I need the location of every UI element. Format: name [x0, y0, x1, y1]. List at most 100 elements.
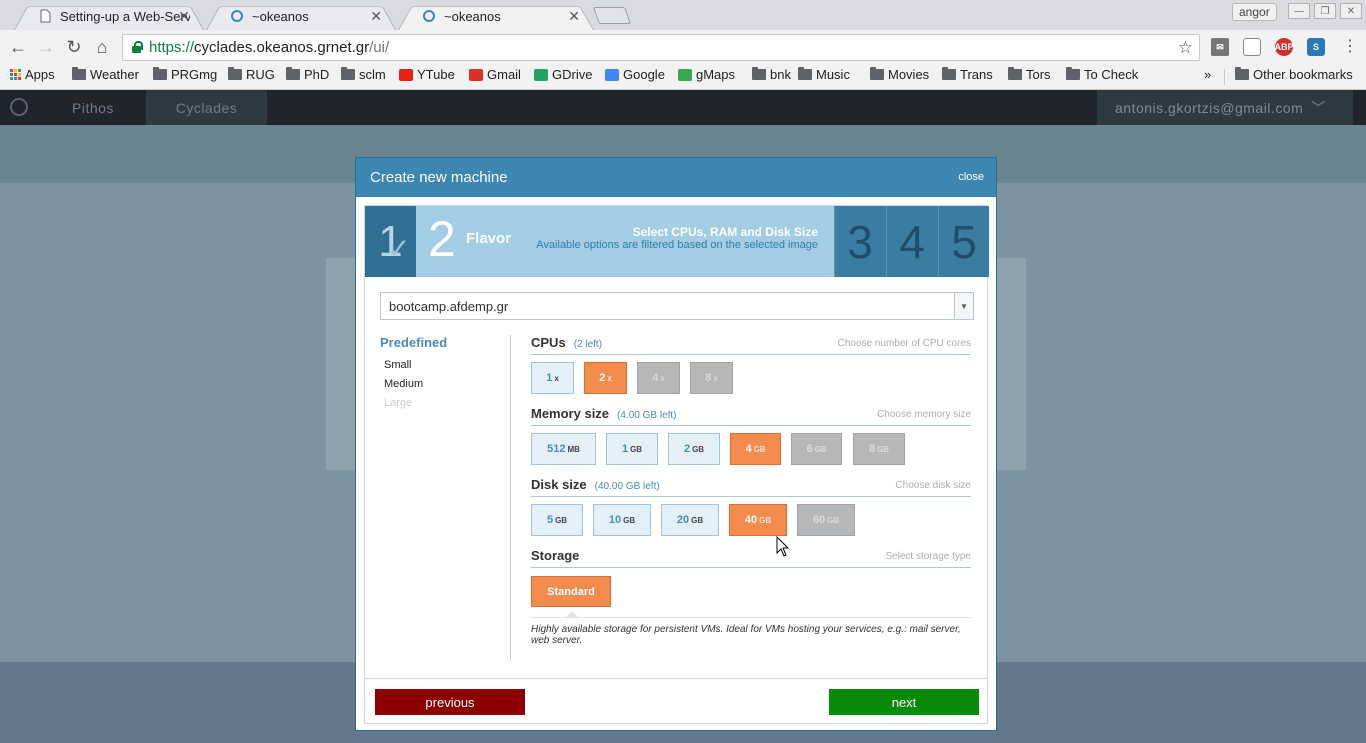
option-unit: GB: [555, 515, 568, 525]
bookmark-music[interactable]: Music: [798, 67, 850, 82]
memory-option-2gb[interactable]: 2 GB: [668, 433, 720, 465]
bookmark-to-check[interactable]: To Check: [1066, 67, 1138, 82]
memory-title: Memory size: [531, 406, 610, 421]
option-unit: GB: [623, 515, 636, 525]
option-unit: GB: [753, 444, 766, 454]
cpus-title: CPUs: [531, 335, 566, 350]
image-select[interactable]: bootcamp.afdemp.gr ▼: [380, 292, 974, 320]
bookmark-gmail[interactable]: Gmail: [469, 67, 521, 82]
close-window-icon[interactable]: ✕: [1340, 3, 1362, 19]
tab-title: ~okeanos: [444, 8, 501, 24]
disk-left: (40.00 GB left): [594, 481, 660, 492]
disk-option-10gb[interactable]: 10 GB: [593, 504, 651, 536]
next-button[interactable]: next: [829, 689, 979, 715]
storage-standard-option[interactable]: Standard: [531, 576, 611, 607]
bookmark-label: gMaps: [696, 67, 736, 82]
back-arrow-icon[interactable]: ←: [8, 37, 28, 57]
bookmark-label: PhD: [304, 67, 330, 82]
bookmark-gdrive[interactable]: GDrive: [534, 67, 592, 82]
option-value: 10: [608, 514, 622, 526]
reload-icon[interactable]: ↻: [64, 37, 84, 57]
disk-option-40gb[interactable]: 40 GB: [729, 504, 787, 536]
nav-tab-cyclades[interactable]: Cyclades: [146, 90, 267, 125]
gdrive-icon: [534, 68, 548, 81]
sync-extension-icon[interactable]: S: [1307, 38, 1325, 56]
disk-option-20gb[interactable]: 20 GB: [661, 504, 719, 536]
nav-tab-pithos[interactable]: Pithos: [72, 90, 114, 125]
cpus-option-2x[interactable]: 2x: [584, 362, 627, 394]
disk-title: Disk size: [531, 477, 587, 492]
address-bar[interactable]: https://cyclades.okeanos.grnet.gr/ui/ ☆: [122, 34, 1200, 61]
gmaps-icon: [678, 68, 692, 81]
cpus-option-1x[interactable]: 1x: [531, 362, 574, 394]
cpus-option-4x: 4x: [637, 362, 680, 394]
user-email: antonis.gkortzis@gmail.com: [1115, 99, 1304, 116]
menu-kebab-icon[interactable]: ⋮: [1340, 37, 1360, 57]
wizard-steps: 1 ✓ 2 Flavor Select CPUs, RAM and Disk S…: [365, 206, 989, 277]
bookmark-ytube[interactable]: YTube: [399, 67, 455, 82]
preset-medium[interactable]: Medium: [380, 378, 510, 390]
browser-tab-1[interactable]: Setting-up a Web-Serve ✕: [14, 2, 204, 30]
option-unit: x: [607, 373, 612, 383]
bookmark-trans[interactable]: Trans: [942, 67, 993, 82]
option-unit: x: [554, 373, 559, 383]
option-value: 8: [705, 372, 712, 384]
bookmark-weather[interactable]: Weather: [72, 67, 139, 82]
other-bookmarks[interactable]: Other bookmarks: [1235, 67, 1353, 82]
bookmark-phd[interactable]: PhD: [286, 67, 329, 82]
bookmark-rug[interactable]: RUG: [228, 67, 275, 82]
close-tab-icon[interactable]: ✕: [370, 8, 382, 25]
memory-hint: Choose memory size: [877, 409, 971, 420]
profile-button[interactable]: angor: [1232, 3, 1277, 21]
bookmark-apps[interactable]: Apps: [10, 67, 55, 82]
browser-tab-3[interactable]: ~okeanos ✕: [398, 2, 594, 30]
bookmark-tors[interactable]: Tors: [1008, 67, 1051, 82]
modal-close-button[interactable]: close: [958, 171, 984, 183]
bookmark-sclm[interactable]: sclm: [341, 67, 386, 82]
bookmark-star-icon[interactable]: ☆: [1178, 38, 1193, 58]
home-icon[interactable]: ⌂: [92, 37, 112, 57]
forward-arrow-icon[interactable]: →: [36, 37, 56, 57]
other-bookmarks-label: Other bookmarks: [1253, 67, 1353, 82]
dropdown-arrow-icon[interactable]: ▼: [954, 293, 973, 319]
check-icon: ✓: [387, 233, 411, 264]
minimize-icon[interactable]: —: [1288, 3, 1310, 19]
memory-option-4gb[interactable]: 4 GB: [730, 433, 781, 465]
okeanos-favicon-icon: [422, 9, 436, 23]
close-tab-icon[interactable]: ✕: [568, 8, 580, 25]
bookmark-movies[interactable]: Movies: [870, 67, 929, 82]
step-1-completed[interactable]: 1 ✓: [365, 206, 416, 277]
bookmark-gmaps[interactable]: gMaps: [678, 67, 735, 82]
memory-left: (4.00 GB left): [617, 410, 677, 421]
bookmark-google[interactable]: Google: [605, 67, 665, 82]
option-unit: GB: [692, 444, 705, 454]
youtube-icon: [399, 68, 413, 81]
folder-icon: [153, 67, 167, 80]
browser-tab-2[interactable]: ~okeanos ✕: [206, 2, 396, 30]
memory-option-512mb[interactable]: 512 MB: [531, 433, 596, 465]
adblock-icon[interactable]: ABP: [1275, 38, 1294, 56]
option-value: 5: [546, 514, 554, 526]
page-extension-icon[interactable]: [1243, 38, 1261, 56]
memory-option-8gb: 8 GB: [853, 433, 905, 465]
memory-option-1gb[interactable]: 1 GB: [606, 433, 658, 465]
new-tab-button[interactable]: [592, 7, 632, 24]
restore-icon[interactable]: ❐: [1314, 3, 1336, 19]
mail-extension-icon[interactable]: ✉: [1211, 38, 1229, 56]
okeanos-logo-icon[interactable]: [10, 98, 28, 116]
bookmarks-divider: [1224, 69, 1225, 85]
close-tab-icon[interactable]: ✕: [178, 8, 190, 25]
cpus-option-8x: 8x: [690, 362, 733, 394]
bookmark-label: PRGmg: [171, 67, 218, 82]
step-5: 5: [938, 206, 989, 277]
bookmarks-overflow-button[interactable]: »: [1204, 67, 1211, 82]
preset-small[interactable]: Small: [380, 359, 510, 371]
disk-hint: Choose disk size: [895, 480, 971, 491]
user-menu[interactable]: antonis.gkortzis@gmail.com ﹀: [1097, 90, 1353, 125]
bookmark-label: Music: [816, 67, 850, 82]
bookmark-bnk[interactable]: bnk: [752, 67, 791, 82]
disk-option-5gb[interactable]: 5 GB: [531, 504, 583, 536]
bookmark-label: Weather: [90, 67, 139, 82]
previous-button[interactable]: previous: [375, 689, 525, 715]
bookmark-prgmg[interactable]: PRGmg: [153, 67, 217, 82]
